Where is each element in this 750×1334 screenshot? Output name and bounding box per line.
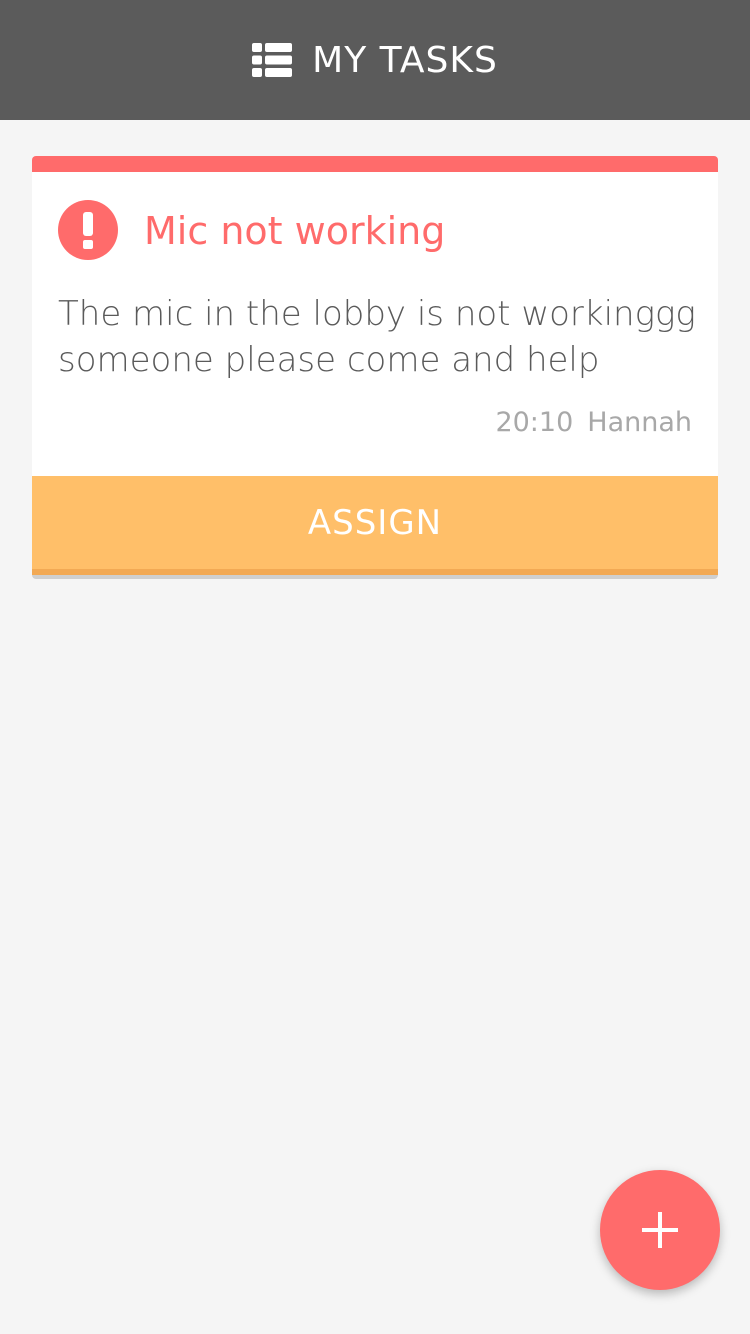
exclamation-icon: [58, 200, 118, 260]
card-bottom-edge: [32, 575, 718, 579]
task-time: 20:10: [495, 407, 574, 438]
priority-bar: [32, 156, 718, 172]
page-title: MY TASKS: [312, 39, 498, 81]
task-meta: 20:10 Hannah: [495, 407, 692, 438]
app-header: MY TASKS: [0, 0, 750, 120]
task-description: The mic in the lobby is not workinggg so…: [58, 294, 696, 380]
list-icon: [252, 43, 293, 77]
plus-icon: [642, 1212, 678, 1248]
task-title: Mic not working: [144, 209, 446, 253]
assign-button[interactable]: ASSIGN: [32, 476, 718, 569]
add-task-button[interactable]: [600, 1170, 720, 1290]
task-card[interactable]: Mic not working The mic in the lobby is …: [32, 156, 718, 579]
task-author: Hannah: [587, 407, 692, 438]
